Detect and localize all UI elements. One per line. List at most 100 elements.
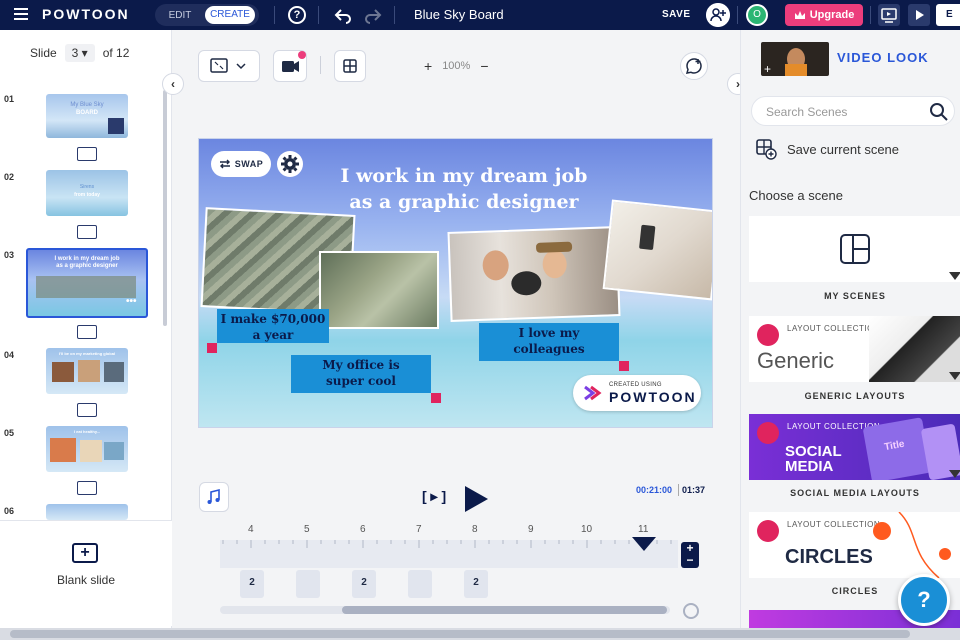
timeline-scroll-thumb[interactable] <box>342 606 667 614</box>
transition-icon[interactable] <box>77 325 97 339</box>
timeline-item[interactable] <box>296 570 320 598</box>
comment-button[interactable] <box>680 52 708 80</box>
search-icon[interactable] <box>928 101 950 123</box>
timeline-scrollbar[interactable] <box>220 606 670 614</box>
slide-thumbnail-5[interactable]: I eat healthy... <box>46 426 128 472</box>
office-photo[interactable] <box>319 251 439 329</box>
total-time: 01:37 <box>682 485 706 495</box>
timeline-item[interactable]: 2 <box>240 570 264 598</box>
scene-label: GENERIC LAYOUTS <box>804 391 906 401</box>
video-look-button[interactable]: VIDEO LOOK <box>837 50 929 65</box>
slide-number-select[interactable]: 3 ▾ <box>64 44 95 62</box>
selection-handle[interactable] <box>431 393 441 403</box>
locate-playhead-icon[interactable] <box>683 603 699 619</box>
play-icon[interactable] <box>462 484 490 514</box>
music-button[interactable] <box>199 482 229 512</box>
transition-icon[interactable] <box>77 403 97 417</box>
help-icon[interactable]: ? <box>288 6 306 24</box>
swap-button[interactable]: SWAP <box>211 151 271 177</box>
my-scenes-card[interactable] <box>749 216 960 282</box>
slide-thumbnail-4[interactable]: I'll be on my marketing global <box>46 348 128 394</box>
zoom-out-icon[interactable]: − <box>480 58 488 74</box>
slide-thumbnail-2[interactable]: Sirens from today <box>46 170 128 216</box>
save-button[interactable]: SAVE <box>662 9 691 20</box>
thumb-photo <box>104 442 124 460</box>
scene-settings-button[interactable] <box>277 151 303 177</box>
collapse-left-panel-icon[interactable]: ‹ <box>162 73 184 95</box>
powtoon-logo[interactable]: POWTOON <box>42 6 130 22</box>
slide-thumbnail-3[interactable]: I work in my dream job as a graphic desi… <box>26 248 148 318</box>
timeline-item[interactable]: 2 <box>352 570 376 598</box>
add-slide-icon[interactable]: + <box>72 543 98 563</box>
slide-canvas[interactable]: I work in my dream job as a graphic desi… <box>198 138 713 428</box>
playhead-marker[interactable] <box>632 537 656 553</box>
time-separator <box>678 484 679 496</box>
transition-icon[interactable] <box>77 225 97 239</box>
board-title[interactable]: Blue Sky Board <box>414 7 504 22</box>
undo-icon[interactable] <box>334 6 352 24</box>
person-face <box>482 249 510 281</box>
preview-button[interactable] <box>908 4 930 26</box>
timeline-item[interactable]: 2 <box>464 570 488 598</box>
slide-headline[interactable]: I work in my dream job as a graphic desi… <box>299 163 629 215</box>
export-button[interactable]: E <box>936 4 960 26</box>
add-comment-icon <box>685 58 702 74</box>
selection-handle[interactable] <box>207 343 217 353</box>
blank-slide-button[interactable]: Blank slide <box>0 573 172 587</box>
slide-number: 3 <box>71 46 79 60</box>
slide-thumbnail-6[interactable] <box>46 504 128 520</box>
slide-thumbnail-1[interactable]: My Blue Sky BOARD <box>46 94 128 138</box>
phone-shape <box>639 224 656 251</box>
salary-callout[interactable]: I make $70,000 a year <box>217 309 329 343</box>
redo-icon[interactable] <box>364 6 382 24</box>
search-scenes-input[interactable]: Search Scenes <box>751 96 955 126</box>
slides-panel: Slide 3 ▾ of 12 01 My Blue Sky BOARD 02 … <box>0 30 172 628</box>
menu-icon[interactable] <box>14 8 28 20</box>
transition-icon[interactable] <box>77 481 97 495</box>
powtoon-logo-icon <box>584 385 602 401</box>
help-chat-button[interactable]: ? <box>898 574 950 626</box>
video-look-thumbnail[interactable]: + <box>761 42 829 76</box>
person-face <box>542 249 568 279</box>
grid-button[interactable] <box>334 50 366 82</box>
chevron-down-icon[interactable] <box>949 470 960 480</box>
colleagues-photo[interactable] <box>447 226 621 322</box>
social-media-layouts-card[interactable]: LAYOUT COLLECTION SOCIAL MEDIA Title <box>749 414 960 480</box>
record-button[interactable] <box>273 50 307 82</box>
timeline-track[interactable] <box>220 540 678 568</box>
present-button[interactable] <box>878 4 900 26</box>
circles-card[interactable]: LAYOUT COLLECTION CIRCLES <box>749 512 960 578</box>
save-scene-label: Save current scene <box>787 141 900 157</box>
slide-total: of 12 <box>102 46 130 60</box>
add-collaborator-icon[interactable] <box>706 3 730 27</box>
save-current-scene-button[interactable]: Save current scene <box>755 138 899 160</box>
timeline-tick-label: 4 <box>248 524 254 535</box>
zoom-in-icon[interactable]: + <box>424 58 432 74</box>
selection-handle[interactable] <box>619 361 629 371</box>
upgrade-button[interactable]: Upgrade <box>785 4 863 26</box>
office-callout[interactable]: My office is super cool <box>291 355 431 393</box>
circles-title: CIRCLES <box>785 546 873 568</box>
avatar[interactable]: O <box>746 4 768 26</box>
timeline-zoom-control[interactable]: + − <box>681 542 699 568</box>
slides-scrollbar[interactable] <box>163 90 167 326</box>
more-icon[interactable]: ••• <box>126 296 137 307</box>
colleagues-callout[interactable]: I love my colleagues <box>479 323 619 361</box>
page-scrollbar[interactable] <box>0 628 960 640</box>
resize-button[interactable] <box>198 50 260 82</box>
timeline-zoom-out-icon[interactable]: − <box>681 554 699 566</box>
play-frame-button[interactable]: [ ▸ ] <box>422 488 446 505</box>
callout-line: colleagues <box>513 342 585 356</box>
transition-icon[interactable] <box>77 147 97 161</box>
slide-label: Slide <box>30 46 57 60</box>
edit-mode-tab[interactable]: EDIT <box>155 10 205 21</box>
chevron-down-icon[interactable] <box>949 372 960 382</box>
create-mode-tab[interactable]: CREATE <box>205 6 255 24</box>
page-scroll-thumb[interactable] <box>10 630 910 638</box>
chevron-down-icon[interactable] <box>949 272 960 282</box>
generic-layouts-card[interactable]: LAYOUT COLLECTION Generic <box>749 316 960 382</box>
desk-photo[interactable] <box>602 199 712 301</box>
curve-shape <box>898 512 940 578</box>
timeline-item[interactable] <box>408 570 432 598</box>
thumb-photo <box>78 360 100 382</box>
